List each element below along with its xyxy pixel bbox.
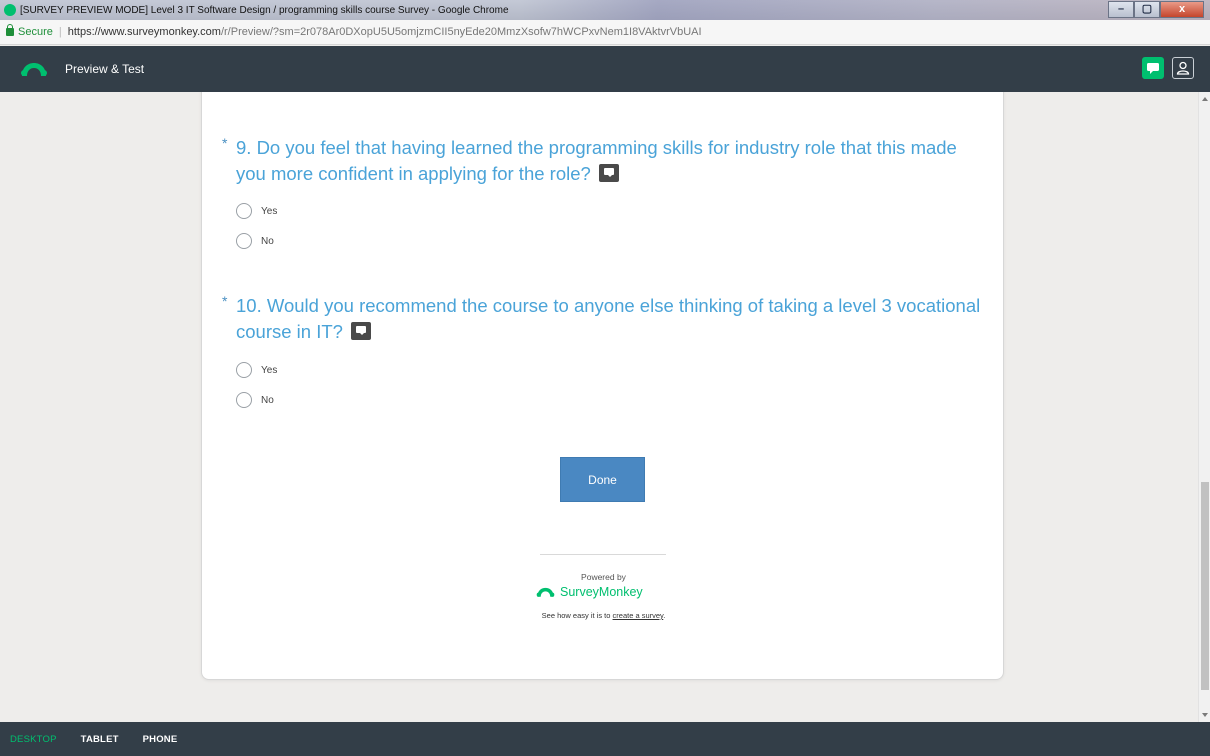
surveymonkey-favicon-icon [4,4,16,16]
device-desktop-tab[interactable]: DESKTOP [10,734,57,745]
scroll-thumb[interactable] [1201,482,1209,690]
create-survey-link[interactable]: create a survey [613,611,664,620]
maximize-button[interactable]: ▢ [1134,1,1160,18]
scroll-down-arrow-icon[interactable] [1202,713,1208,717]
question-9: * 9. Do you feel that having learned the… [222,135,982,187]
surveymonkey-brand[interactable]: SurveyMonkey [536,585,643,599]
comment-icon[interactable] [598,164,619,182]
required-marker: * [222,135,228,151]
question-10: * 10. Would you recommend the course to … [222,293,982,345]
option-label: Yes [261,205,278,217]
feedback-button[interactable] [1142,57,1164,79]
device-tablet-tab[interactable]: TABLET [81,734,119,745]
background-tabs[interactable] [520,0,1210,20]
survey-card: No * 9. Do you feel that having learned … [201,92,1004,680]
url-text[interactable]: https://www.surveymonkey.com/r/Preview/?… [68,26,702,38]
footer-divider [540,554,666,555]
user-icon [1176,61,1190,75]
device-phone-tab[interactable]: PHONE [143,734,178,745]
user-button[interactable] [1172,57,1194,79]
window-title: [SURVEY PREVIEW MODE] Level 3 IT Softwar… [20,4,509,16]
vertical-scrollbar[interactable] [1198,92,1210,722]
option-label: Yes [261,364,278,376]
q10-option-no[interactable]: No [236,392,274,408]
q10-option-yes[interactable]: Yes [236,362,277,378]
footer-tagline: See how easy it is to create a survey. [202,611,1005,620]
tagline-prefix: See how easy it is to [541,611,611,620]
comment-icon [1147,62,1159,74]
close-button[interactable]: x [1160,1,1204,18]
comment-icon[interactable] [350,322,371,340]
app-title: Preview & Test [65,62,145,76]
window-controls: – ▢ x [1108,1,1204,18]
scroll-up-arrow-icon[interactable] [1202,97,1208,101]
brand-name: SurveyMonkey [560,585,643,599]
powered-by-text: Powered by [581,572,626,582]
option-label: No [261,235,274,247]
surveymonkey-logo-icon[interactable] [20,61,48,77]
radio-button[interactable] [236,233,252,249]
device-toggle-bar: DESKTOP TABLET PHONE [0,722,1210,756]
option-label: No [261,394,274,406]
q9-option-yes[interactable]: Yes [236,203,277,219]
lock-icon [6,24,14,36]
window-titlebar: [SURVEY PREVIEW MODE] Level 3 IT Softwar… [0,0,1210,20]
app-header: Preview & Test [0,46,1210,92]
address-bar[interactable]: Secure | https://www.surveymonkey.com/r/… [0,20,1210,45]
question-9-text: 9. Do you feel that having learned the p… [236,137,957,184]
radio-button[interactable] [236,203,252,219]
url-path: /r/Preview/?sm=2r078Ar0DXopU5U5omjzmCII5… [220,26,702,38]
radio-button[interactable] [236,392,252,408]
question-10-text: 10. Would you recommend the course to an… [236,295,981,342]
required-marker: * [222,293,228,309]
surveymonkey-logo-icon [536,587,555,597]
q9-option-no[interactable]: No [236,233,274,249]
radio-button[interactable] [236,362,252,378]
done-button[interactable]: Done [560,457,645,502]
secure-label: Secure [18,26,53,38]
address-separator: | [58,26,62,38]
url-prefix: https://www.surveymonkey.com [67,26,221,38]
appbar-actions [1142,57,1194,79]
tagline-suffix: . [663,611,666,620]
survey-viewport[interactable]: No * 9. Do you feel that having learned … [0,92,1198,722]
question-text: 9. Do you feel that having learned the p… [236,135,982,187]
minimize-button[interactable]: – [1108,1,1134,18]
question-text: 10. Would you recommend the course to an… [236,293,982,345]
